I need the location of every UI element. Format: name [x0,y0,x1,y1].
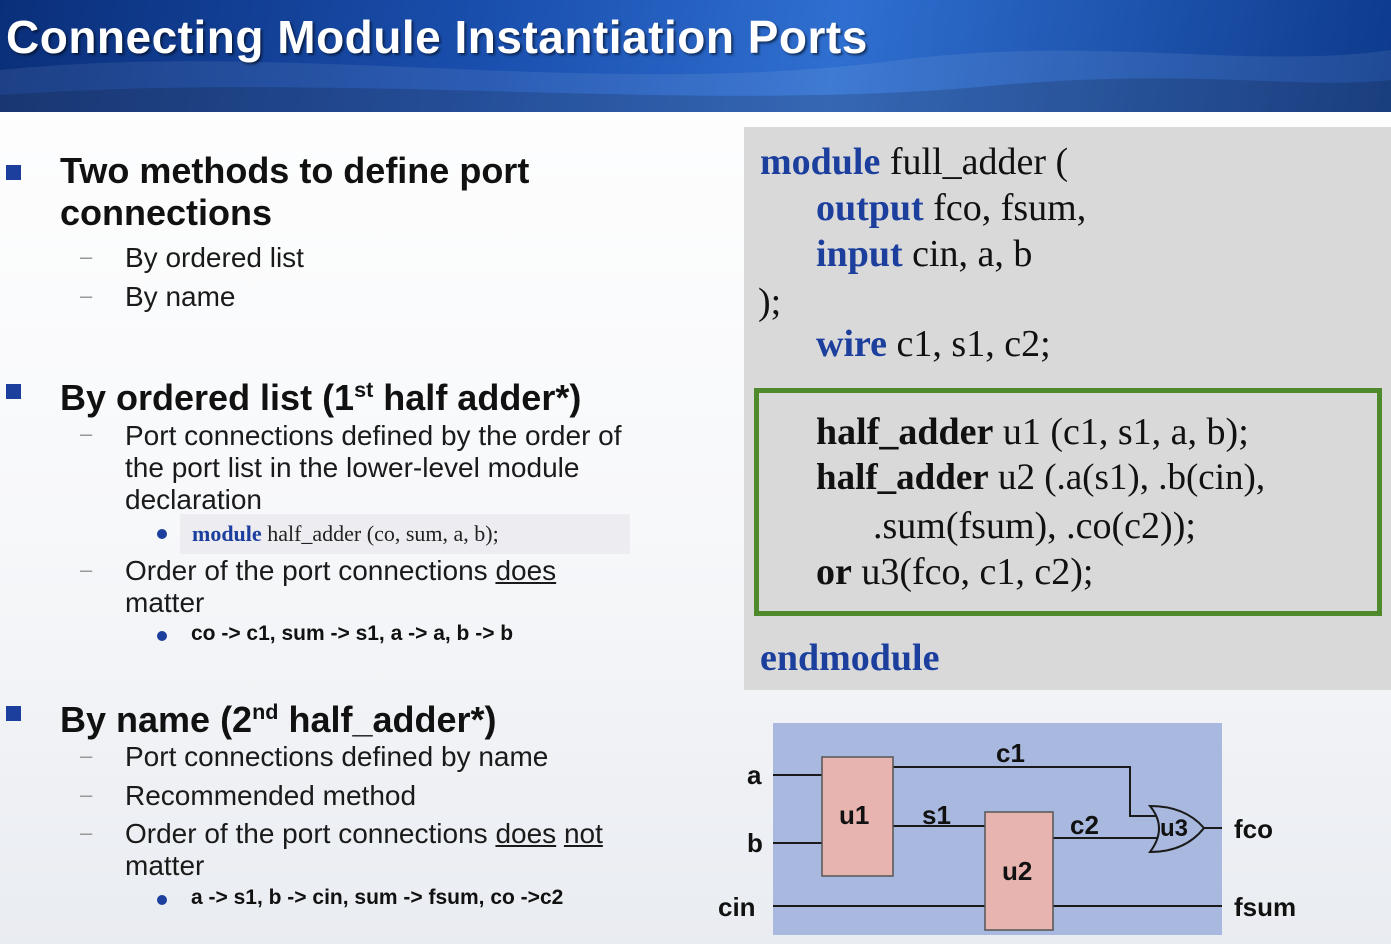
output-label-fco: fco [1234,814,1273,844]
output-label-fsum: fsum [1234,892,1297,922]
block-label-u2: u2 [1002,856,1033,886]
input-label-cin: cin [718,892,756,922]
block-label-u3: u3 [1160,815,1189,842]
wire-label-s1: s1 [922,800,951,830]
input-label-a: a [747,760,762,790]
block-label-u1: u1 [839,800,870,830]
input-label-b: b [747,828,763,858]
wire-label-c2: c2 [1070,810,1099,840]
circuit-wires [773,756,1222,931]
wire-label-c1: c1 [996,738,1025,768]
